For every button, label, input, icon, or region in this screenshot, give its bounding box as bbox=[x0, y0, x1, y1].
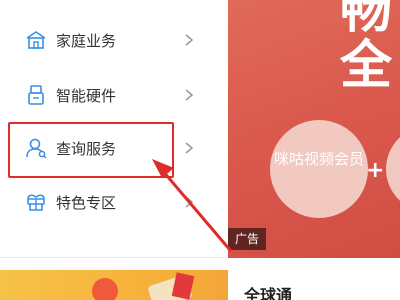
chevron-right-icon bbox=[185, 142, 194, 154]
menu-item-featured-zone[interactable]: 特色专区 bbox=[0, 182, 228, 222]
banner-bubble bbox=[270, 120, 368, 218]
house-icon bbox=[26, 31, 46, 49]
ad-tag: 广告 bbox=[228, 228, 266, 250]
chevron-right-icon bbox=[185, 196, 194, 208]
menu-item-label: 特色专区 bbox=[56, 193, 117, 212]
menu-item-label: 家庭业务 bbox=[56, 31, 117, 50]
device-icon bbox=[28, 85, 44, 105]
banner-headline: 全 bbox=[340, 36, 392, 96]
bottom-promo-strip[interactable] bbox=[0, 270, 228, 300]
chevron-right-icon bbox=[185, 89, 194, 101]
bubble-text: 咪咕视频会员 bbox=[273, 150, 364, 168]
service-menu: 家庭业务 智能硬件 查询服务 特色专区 bbox=[0, 0, 228, 258]
menu-item-label: 智能硬件 bbox=[56, 86, 117, 105]
menu-item-home-business[interactable]: 家庭业务 bbox=[0, 20, 228, 60]
user-search-icon bbox=[26, 138, 47, 159]
decoration bbox=[92, 278, 118, 300]
gift-icon bbox=[27, 194, 45, 211]
plus-sign: + bbox=[366, 158, 385, 183]
promo-banner[interactable]: 畅 全 咪咕视频会员 + bbox=[228, 0, 400, 258]
banner-headline: 畅 bbox=[340, 0, 392, 40]
menu-item-label: 查询服务 bbox=[56, 139, 117, 158]
divider bbox=[0, 257, 228, 258]
menu-item-query-service[interactable]: 查询服务 bbox=[0, 128, 228, 168]
menu-item-smart-hardware[interactable]: 智能硬件 bbox=[0, 75, 228, 115]
chevron-right-icon bbox=[185, 34, 194, 46]
section-title[interactable]: 全球通 bbox=[244, 282, 292, 300]
banner-bubble bbox=[386, 126, 400, 212]
